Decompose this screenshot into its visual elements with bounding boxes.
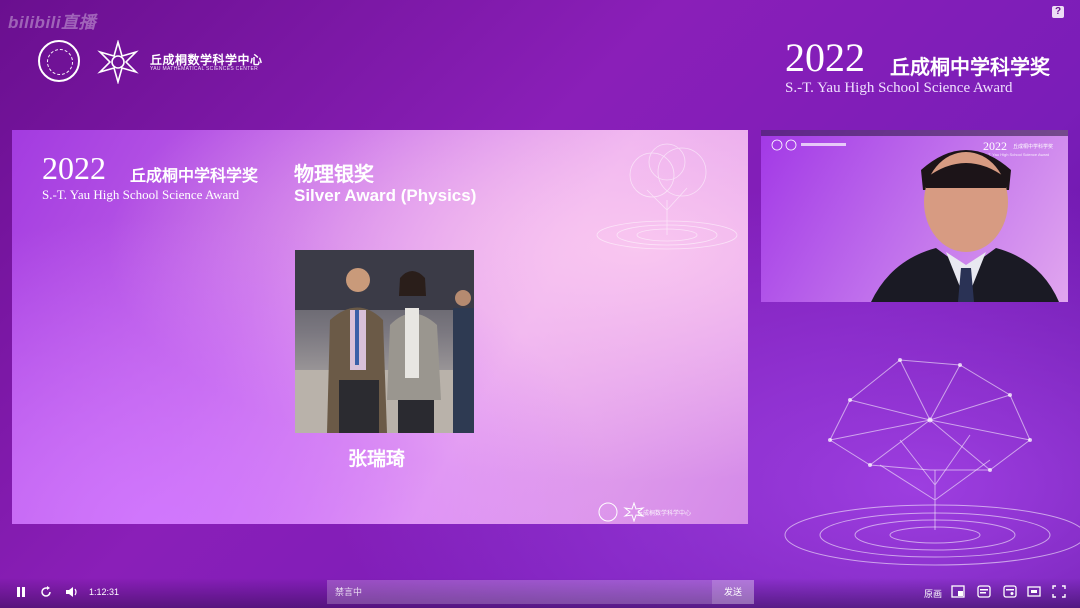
yau-center-star-logo [97,40,139,84]
slide-footer-center-name: 丘成桐数学科学中心 [637,511,692,517]
presentation-slide: 2022 丘成桐中学科学奖 S.-T. Yau High School Scie… [12,130,748,524]
bilibili-live-watermark: bilibili直播 [8,13,97,32]
danmaku-settings-icon[interactable] [1003,585,1017,598]
winner-photo [295,250,474,433]
volume-icon[interactable] [64,585,78,599]
decorative-tree-graphic [596,143,738,250]
pause-icon[interactable] [14,585,28,599]
slide-title-en: S.-T. Yau High School Science Award [42,187,240,202]
pip-icon[interactable] [951,585,965,598]
quality-original-button[interactable]: 原画 [924,587,942,600]
widescreen-icon[interactable] [1027,585,1041,598]
speaker-camera-feed: 2022 丘成桐中学科学奖 S.-T. Yau High School Scie… [761,130,1068,302]
send-button[interactable]: 发送 [712,580,754,604]
center-name-en: YAU MATHEMATICAL SCIENCES CENTER [150,66,259,72]
award-title-en: Silver Award (Physics) [294,186,477,205]
playback-time: 1:12:31 [89,587,120,597]
header-title-cn: 丘成桐中学科学奖 [890,57,1050,79]
speaker-figure [871,150,1059,302]
background-tree-graphic [784,358,1080,566]
award-title-cn: 物理银奖 [294,164,374,186]
help-icon[interactable]: ? [1052,6,1064,18]
danmaku-chat-input[interactable] [327,580,712,604]
slide-year: 2022 [42,150,106,186]
fullscreen-icon[interactable] [1052,585,1066,598]
refresh-icon[interactable] [39,585,53,599]
tsinghua-seal-logo [38,40,80,82]
danmaku-icon[interactable] [977,585,991,598]
winner-name: 张瑞琦 [348,449,406,470]
header-year: 2022 [785,35,865,80]
slide-title-cn: 丘成桐中学科学奖 [130,168,259,185]
header-title-en: S.-T. Yau High School Science Award [785,80,1013,96]
winner-photo-illustration [295,250,474,433]
